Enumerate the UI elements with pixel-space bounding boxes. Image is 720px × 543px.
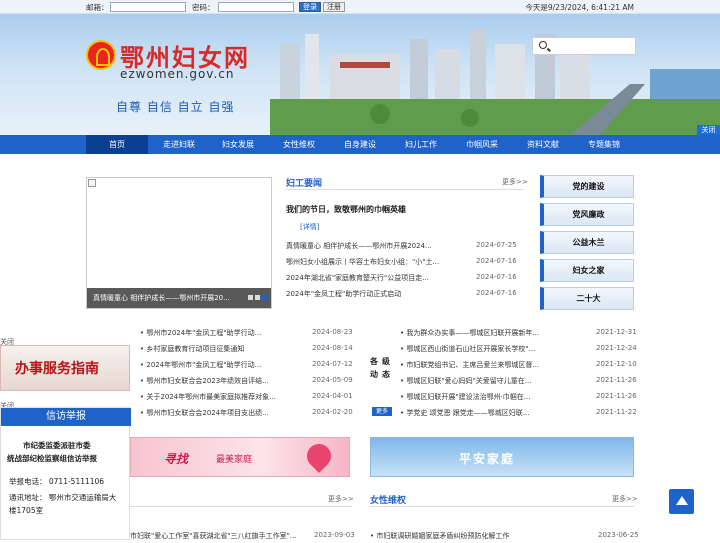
banner-text: 最美家庭 (216, 455, 253, 465)
report-phone: 举报电话： 0711-5111106 (9, 477, 105, 486)
rights-section-title: 女性维权 (370, 496, 407, 506)
list-item[interactable]: • 关于2024年鄂州市最美家庭拟推荐对象... 2024-04-01 (140, 392, 353, 404)
list-item[interactable]: 真情暖童心 相伴护成长——鄂州市开展2024... 2024-07-25 (286, 241, 524, 253)
list-item[interactable]: • 我为群众办实事——鄂城区妇联开展新年... 2021-12-31 (400, 328, 637, 340)
city-skyline-image (270, 29, 720, 135)
login-button[interactable]: 登录 (299, 2, 321, 12)
divider (130, 506, 352, 507)
headline-link[interactable]: 我们的节日，致敬鄂州的巾帼英雄 (286, 204, 406, 215)
fugong-title: 妇工要闻 (286, 179, 323, 189)
search-box[interactable] (532, 37, 636, 55)
banner-close-button[interactable]: 关闭 (697, 125, 720, 135)
slider-dot[interactable] (248, 295, 253, 300)
list-item[interactable]: • 鄂州市妇女联合会2024年项目支出绩... 2024-02-20 (140, 408, 353, 420)
divider (370, 506, 634, 507)
local-news-more-button[interactable]: 更多 (372, 407, 392, 416)
list-item[interactable]: • 2024年鄂州市"金凤工程"助学行动... 2024-07-12 (140, 360, 353, 372)
banner-text: 平安家庭 (459, 452, 516, 466)
report-address: 通讯地址： 鄂州市交通运输局大 (9, 493, 117, 502)
top-bar: 邮箱： 密码： 登录 注册 今天是9/23/2024, 6:41:21 AM (0, 0, 720, 14)
report-title: 信访举报 (1, 408, 131, 426)
fugong-more-link[interactable]: 更多>> (502, 177, 528, 187)
fulian-logo (86, 40, 116, 70)
list-item[interactable]: 市妇联"爱心工作室"喜获湖北省"三八红旗手工作室"... 2023-09-03 (130, 531, 355, 543)
list-item[interactable]: • 学党史 颂党恩 跟党走——鄂城区妇联... 2021-11-22 (400, 408, 637, 420)
site-url: ezwomen.gov.cn (120, 67, 235, 81)
best-family-banner[interactable]: 寻找 最美家庭 (130, 437, 350, 477)
report-panel: 信访举报 市纪委监委派驻市委 统战部纪检监察组信访举报 举报电话： 0711-5… (0, 407, 131, 540)
news-slider[interactable]: 真情暖童心 相伴护成长——鄂州市开展20... (86, 177, 272, 309)
nav-topics[interactable]: 专题集锦 (573, 135, 635, 154)
slider-dot-active[interactable] (262, 295, 267, 300)
quick-link-integrity[interactable]: 党风廉政 (540, 203, 634, 226)
password-label: 密码： (192, 3, 215, 12)
safe-family-banner[interactable]: 平安家庭 (370, 437, 634, 477)
quick-link-party[interactable]: 党的建设 (540, 175, 634, 198)
password-input[interactable] (218, 2, 294, 12)
nav-rights[interactable]: 女性维权 (268, 135, 330, 154)
email-label: 邮箱： (86, 3, 109, 12)
bottom-left-more-link[interactable]: 更多>> (328, 494, 354, 504)
nav-women-children[interactable]: 妇儿工作 (390, 135, 452, 154)
back-to-top-button[interactable] (669, 489, 694, 514)
list-item[interactable]: • 鄂州市2024年"金凤工程"助学行动... 2024-08-23 (140, 328, 353, 340)
list-item[interactable]: • 乡村家庭教育行动项目征集通知 2024-08-14 (140, 344, 353, 356)
search-icon[interactable] (539, 41, 547, 49)
heart-icon (302, 439, 336, 473)
quick-link-mulan[interactable]: 公益木兰 (540, 231, 634, 254)
nav-self-building[interactable]: 自身建设 (329, 135, 391, 154)
nav-documents[interactable]: 资料文献 (512, 135, 574, 154)
report-address: 楼1705室 (9, 506, 44, 515)
list-item[interactable]: • 鄂州市妇女联合会2023年绩效自评结... 2024-05-09 (140, 376, 353, 388)
report-org: 市纪委监委派驻市委 (23, 441, 91, 450)
quick-link-women-home[interactable]: 妇女之家 (540, 259, 634, 282)
nav-style[interactable]: 巾帼风采 (451, 135, 513, 154)
slider-caption[interactable]: 真情暖童心 相伴护成长——鄂州市开展20... (87, 288, 271, 308)
header-banner: 鄂州妇女网 ezwomen.gov.cn 自尊 自信 自立 自强 (0, 14, 720, 135)
nav-development[interactable]: 妇女发展 (207, 135, 269, 154)
banner-text: 寻找 (164, 452, 189, 466)
local-news-label: 各级动态 (370, 357, 394, 379)
list-item[interactable]: 鄂州妇女小组展示丨华容土布妇女小组："小"土... 2024-07-16 (286, 257, 524, 269)
list-item[interactable]: • 鄂城区妇联开展"建设法治鄂州·巾帼在... 2021-11-26 (400, 392, 637, 404)
nav-home[interactable]: 首页 (86, 135, 148, 154)
main-nav: 首页 走进妇联 妇女发展 女性维权 自身建设 妇儿工作 巾帼风采 资料文献 专题… (0, 135, 720, 154)
service-guide-title: 办事服务指南 (15, 361, 99, 377)
slogan: 自尊 自信 自立 自强 (116, 100, 235, 114)
list-item[interactable]: • 市妇联调研婚姻家庭矛盾纠纷预防化解工作 2023-06-25 (370, 531, 639, 543)
email-input[interactable] (110, 2, 186, 12)
report-org: 统战部纪检监察组信访举报 (7, 454, 97, 463)
detail-link[interactable]: [详情] (300, 222, 319, 232)
current-datetime: 今天是9/23/2024, 6:41:21 AM (525, 3, 634, 12)
broken-image-icon (88, 179, 96, 187)
divider (286, 189, 524, 190)
service-guide-panel[interactable]: 办事服务指南 (0, 345, 130, 391)
list-item[interactable]: • 市妇联党组书记、主席吕爱兰来鄂城区督... 2021-12-10 (400, 360, 637, 372)
slider-dots (246, 293, 267, 302)
list-item[interactable]: • 鄂城区西山街道石山社区开展家长学校"... 2021-12-24 (400, 344, 637, 356)
list-item[interactable]: 2024年湖北省"家庭教育楚天行"公益项目走... 2024-07-16 (286, 273, 524, 285)
register-button[interactable]: 注册 (323, 2, 345, 12)
list-item[interactable]: 2024年"金凤工程"助学行动正式启动 2024-07-16 (286, 289, 524, 301)
slider-dot[interactable] (255, 295, 260, 300)
quick-link-20th-congress[interactable]: 二十大 (540, 287, 634, 310)
nav-about[interactable]: 走进妇联 (148, 135, 210, 154)
list-item[interactable]: • 鄂城区妇联"爱心妈妈"关爱留守儿童在... 2021-11-26 (400, 376, 637, 388)
rights-more-link[interactable]: 更多>> (612, 494, 638, 504)
